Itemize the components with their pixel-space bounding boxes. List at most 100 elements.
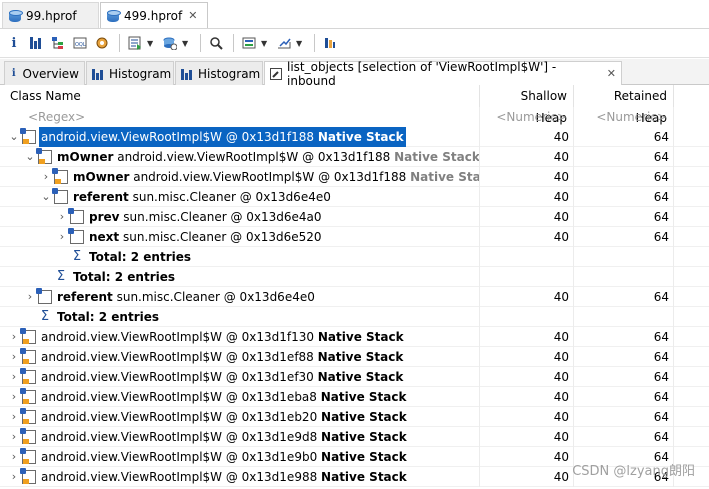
table-row[interactable]: Σ Total: 2 entries bbox=[0, 267, 709, 287]
svg-text:OQL: OQL bbox=[75, 42, 86, 48]
close-icon[interactable]: ✕ bbox=[188, 9, 197, 22]
object-address: android.view.ViewRootImpl$W @ 0x13d1f130 bbox=[41, 330, 315, 344]
expand-icon[interactable]: › bbox=[8, 447, 20, 467]
table-row[interactable]: › prev sun.misc.Cleaner @ 0x13d6e4a0 40 64 bbox=[0, 207, 709, 227]
table-row[interactable]: › android.view.ViewRootImpl$W @ 0x13d1eb2… bbox=[0, 407, 709, 427]
chevron-down-icon[interactable]: ▼ bbox=[147, 39, 156, 48]
query-browser-icon[interactable] bbox=[160, 33, 180, 53]
expand-icon[interactable]: › bbox=[8, 407, 20, 427]
editor-tab-99-hprof[interactable]: 99.hprof bbox=[2, 2, 99, 28]
expand-icon[interactable]: › bbox=[8, 327, 20, 347]
tab-histogram[interactable]: Histogram bbox=[86, 61, 174, 85]
object-address: android.view.ViewRootImpl$W @ 0x13d1ef30 bbox=[41, 370, 314, 384]
table-row[interactable]: ⌄ mOwner android.view.ViewRootImpl$W @ 0x… bbox=[0, 147, 709, 167]
search-icon[interactable] bbox=[206, 33, 226, 53]
query-icon bbox=[270, 67, 282, 80]
shallow-heap-cell: 40 bbox=[480, 327, 574, 347]
shallow-heap-cell: 40 bbox=[480, 147, 574, 167]
field-name: mOwner bbox=[57, 150, 114, 164]
expand-icon[interactable]: › bbox=[8, 367, 20, 387]
chevron-down-icon[interactable]: ▼ bbox=[296, 39, 305, 48]
gc-root-label: Native Stack bbox=[321, 430, 407, 444]
table-row[interactable]: ⌄ referent sun.misc.Cleaner @ 0x13d6e4e0 4… bbox=[0, 187, 709, 207]
retained-heap-cell: 64 bbox=[574, 427, 674, 447]
retained-heap-cell: 64 bbox=[574, 327, 674, 347]
class-name-cell: › mOwner android.view.ViewRootImpl$W @ 0x… bbox=[4, 167, 480, 187]
row-text: next sun.misc.Cleaner @ 0x13d6e520 bbox=[87, 227, 324, 247]
row-text: android.view.ViewRootImpl$W @ 0x13d1e988… bbox=[39, 467, 409, 487]
table-row[interactable]: › android.view.ViewRootImpl$W @ 0x13d1eba… bbox=[0, 387, 709, 407]
collapse-icon[interactable]: ⌄ bbox=[24, 147, 36, 167]
calculate-heap-icon[interactable] bbox=[239, 33, 259, 53]
table-row[interactable]: Σ Total: 2 entries bbox=[0, 247, 709, 267]
object-icon bbox=[68, 228, 84, 244]
gc-root-label: Native Stack bbox=[410, 170, 480, 184]
shallow-heap-cell bbox=[480, 247, 574, 267]
field-name: Total: 2 entries bbox=[89, 250, 192, 264]
retained-numeric-filter-input[interactable]: <Numeric> bbox=[574, 107, 674, 127]
editor-tab-499-hprof[interactable]: 499.hprof ✕ bbox=[100, 2, 208, 28]
column-header-class-name[interactable]: Class Name bbox=[4, 85, 480, 107]
column-header-shallow-heap[interactable]: Shallow Heap bbox=[480, 85, 574, 125]
close-icon[interactable]: ✕ bbox=[607, 67, 616, 80]
table-row[interactable]: › android.view.ViewRootImpl$W @ 0x13d1e9d… bbox=[0, 427, 709, 447]
gc-root-label: Native Stack bbox=[394, 150, 480, 164]
chevron-down-icon[interactable]: ▼ bbox=[182, 39, 191, 48]
regex-filter-input[interactable]: <Regex> bbox=[4, 107, 480, 127]
run-report-icon[interactable] bbox=[125, 33, 145, 53]
retained-heap-cell: 64 bbox=[574, 147, 674, 167]
info-icon[interactable]: i bbox=[4, 33, 24, 53]
expand-icon[interactable]: › bbox=[8, 467, 20, 487]
table-row[interactable]: › android.view.ViewRootImpl$W @ 0x13d1ef8… bbox=[0, 347, 709, 367]
expand-icon[interactable]: › bbox=[8, 387, 20, 407]
row-text: referent sun.misc.Cleaner @ 0x13d6e4e0 bbox=[71, 187, 333, 207]
shallow-heap-cell: 40 bbox=[480, 367, 574, 387]
oql-icon[interactable]: OQL bbox=[70, 33, 90, 53]
field-name: prev bbox=[89, 210, 120, 224]
table-row[interactable]: › android.view.ViewRootImpl$W @ 0x13d1f13… bbox=[0, 327, 709, 347]
tab-overview[interactable]: i Overview bbox=[4, 61, 85, 85]
object-address: android.view.ViewRootImpl$W @ 0x13d1ef88 bbox=[41, 350, 314, 364]
row-text: Total: 2 entries bbox=[55, 307, 161, 327]
class-name-cell: Σ Total: 2 entries bbox=[4, 307, 480, 327]
expand-icon[interactable]: › bbox=[56, 207, 68, 227]
expand-icon[interactable]: › bbox=[56, 227, 68, 247]
histogram-icon[interactable] bbox=[26, 33, 46, 53]
column-header-retained-heap[interactable]: Retained Heap bbox=[574, 85, 674, 125]
gc-root-label: Native Stack bbox=[321, 470, 407, 484]
tab-histogram-2[interactable]: Histogram bbox=[175, 61, 263, 85]
collapse-icon[interactable]: ⌄ bbox=[40, 187, 52, 207]
class-name-cell: › android.view.ViewRootImpl$W @ 0x13d1e9b… bbox=[4, 447, 480, 467]
retained-heap-cell: 64 bbox=[574, 187, 674, 207]
shallow-heap-cell: 40 bbox=[480, 207, 574, 227]
object-address: sun.misc.Cleaner @ 0x13d6e4e0 bbox=[116, 290, 315, 304]
editor-tab-bar: 99.hprof 499.hprof ✕ bbox=[0, 0, 709, 29]
expand-icon[interactable]: › bbox=[40, 167, 52, 187]
table-row[interactable]: Σ Total: 2 entries bbox=[0, 307, 709, 327]
table-row[interactable]: ⌄ android.view.ViewRootImpl$W @ 0x13d1f18… bbox=[0, 127, 709, 147]
class-name-cell: › prev sun.misc.Cleaner @ 0x13d6e4a0 bbox=[4, 207, 480, 227]
collapse-icon[interactable]: ⌄ bbox=[8, 127, 20, 147]
gc-root-label: Native Stack bbox=[320, 390, 407, 404]
dominator-tree-icon[interactable] bbox=[48, 33, 68, 53]
shallow-numeric-filter-input[interactable]: <Numeric> bbox=[480, 107, 574, 127]
table-row[interactable]: › mOwner android.view.ViewRootImpl$W @ 0x… bbox=[0, 167, 709, 187]
object-address: android.view.ViewRootImpl$W @ 0x13d1f188 bbox=[117, 150, 391, 164]
field-name: referent bbox=[73, 190, 129, 204]
shallow-heap-cell bbox=[480, 267, 574, 287]
toolbar: i OQL ▼ ▼ ▼ ▼ bbox=[0, 29, 709, 58]
expand-icon[interactable]: › bbox=[8, 347, 20, 367]
field-name: Total: 2 entries bbox=[57, 310, 160, 324]
thread-overview-icon[interactable] bbox=[92, 33, 112, 53]
export-icon[interactable] bbox=[274, 33, 294, 53]
table-row[interactable]: › android.view.ViewRootImpl$W @ 0x13d1ef3… bbox=[0, 367, 709, 387]
table-row[interactable]: › next sun.misc.Cleaner @ 0x13d6e520 40 64 bbox=[0, 227, 709, 247]
group-by-icon[interactable] bbox=[320, 33, 340, 53]
chevron-down-icon[interactable]: ▼ bbox=[261, 39, 270, 48]
toolbar-separator bbox=[233, 34, 234, 52]
object-icon bbox=[20, 448, 36, 464]
table-row[interactable]: › referent sun.misc.Cleaner @ 0x13d6e4e0 4… bbox=[0, 287, 709, 307]
expand-icon[interactable]: › bbox=[8, 427, 20, 447]
tab-list-objects[interactable]: list_objects [selection of 'ViewRootImpl… bbox=[264, 60, 622, 88]
expand-icon[interactable]: › bbox=[24, 287, 36, 307]
